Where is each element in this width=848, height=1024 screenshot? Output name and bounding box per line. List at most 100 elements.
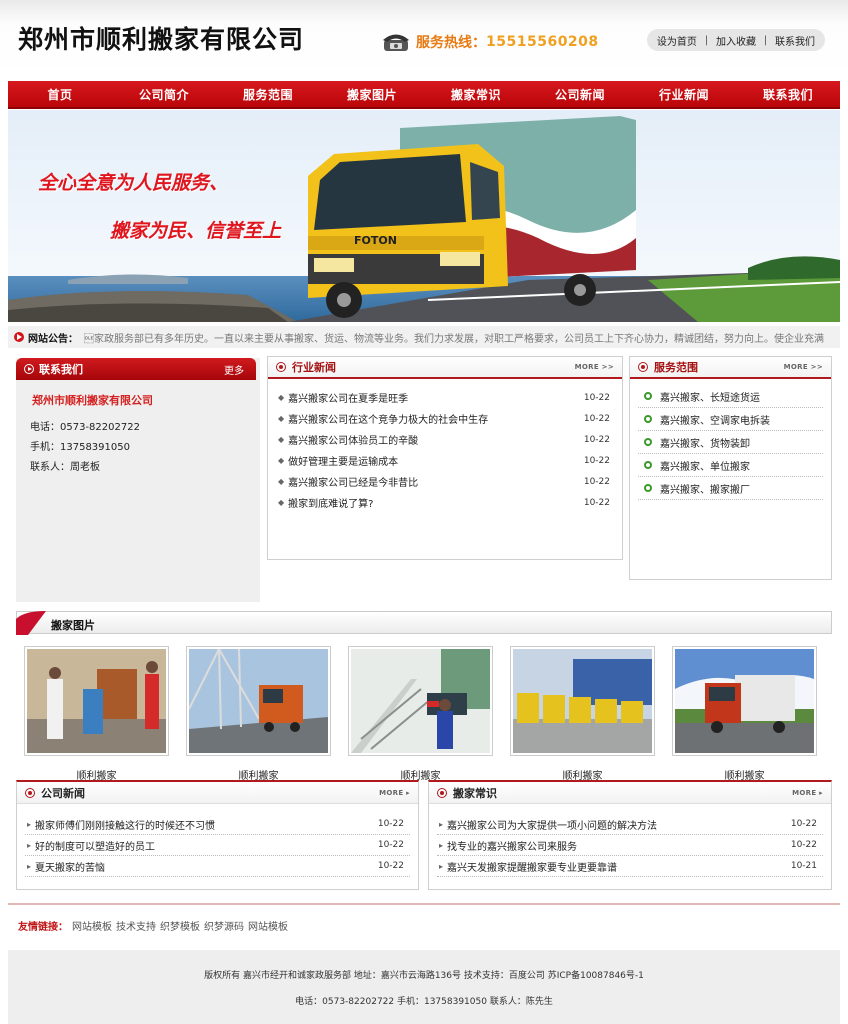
truck-bridge-image [189, 649, 328, 753]
friend-link[interactable]: 织梦源码 [204, 918, 244, 933]
photo-1[interactable] [24, 646, 169, 756]
friend-link[interactable]: 网站模板 [72, 918, 112, 933]
news-title[interactable]: 嘉兴天发搬家提醒搬家要专业更要靠谱 [447, 859, 791, 874]
green-ring-icon [644, 415, 652, 423]
services-more-link[interactable]: MORE >> [784, 363, 823, 371]
industry-news-more-link[interactable]: MORE >> [575, 363, 614, 371]
tips-title: 搬家常识 [453, 786, 497, 800]
news-title[interactable]: 找专业的嘉兴搬家公司来服务 [447, 838, 791, 853]
photo-5[interactable] [672, 646, 817, 756]
company-news-panel: 公司新闻 MORE ▸ ▸ 搬家师傅们刚刚接触这行的时候还不习惯 10-22 ▸ 好的… [16, 780, 419, 890]
news-title[interactable]: 夏天搬家的苦恼 [35, 859, 378, 874]
news-title[interactable]: 做好管理主要是运输成本 [288, 453, 584, 468]
company-name: 郑州市顺利搬家有限公司 [32, 394, 153, 407]
arrow-bullet-icon: ▸ [27, 819, 32, 829]
news-row[interactable]: ▸ 找专业的嘉兴搬家公司来服务 10-22 [437, 835, 823, 856]
service-label[interactable]: 嘉兴搬家、单位搬家 [660, 458, 750, 473]
news-title[interactable]: 嘉兴搬家公司在这个竞争力极大的社会中生存 [288, 411, 584, 426]
top-links: 设为首页 | 加入收藏 | 联系我们 [647, 29, 825, 51]
news-title[interactable]: 好的制度可以塑造好的员工 [35, 838, 378, 853]
friend-link[interactable]: 技术支持 [116, 918, 156, 933]
nav-about[interactable]: 公司简介 [112, 81, 216, 107]
hotline: 服务热线： 15515560208 [382, 30, 599, 54]
nav-contact[interactable]: 联系我们 [736, 81, 840, 107]
nav-company-news[interactable]: 公司新闻 [528, 81, 632, 107]
friend-link[interactable]: 网站模板 [248, 918, 288, 933]
industry-news-panel: 行业新闻 MORE >> ◆ 嘉兴搬家公司在夏季是旺季 10-22 ◆ 嘉兴搬家公司在… [267, 356, 623, 560]
bullet-icon: ◆ [278, 498, 285, 507]
separator: | [763, 34, 768, 46]
arrow-bullet-icon: ▸ [439, 840, 444, 850]
nav-services[interactable]: 服务范围 [216, 81, 320, 107]
news-row[interactable]: ◆ 嘉兴搬家公司在这个竞争力极大的社会中生存 10-22 [268, 408, 622, 429]
news-title[interactable]: 嘉兴搬家公司已经是今非昔比 [288, 474, 584, 489]
news-title[interactable]: 搬家到底难说了算? [288, 495, 584, 510]
site-logo[interactable]: 郑州市顺利搬家有限公司 [18, 20, 304, 56]
arrow-bullet-icon: ▸ [27, 840, 32, 850]
news-row[interactable]: ◆ 嘉兴搬家公司已经是今非昔比 10-22 [268, 471, 622, 492]
tips-more-link[interactable]: MORE ▸ [792, 789, 823, 797]
service-item[interactable]: 嘉兴搬家、货物装卸 [638, 431, 823, 454]
tips-list: ▸ 嘉兴搬家公司为大家提供一项小问题的解决方法 10-22 ▸ 找专业的嘉兴搬家公司来… [429, 814, 831, 877]
services-list: 嘉兴搬家、长短途货运 嘉兴搬家、空调家电拆装 嘉兴搬家、货物装卸 嘉兴搬家、单位… [630, 385, 831, 500]
service-item[interactable]: 嘉兴搬家、空调家电拆装 [638, 408, 823, 431]
service-item[interactable]: 嘉兴搬家、单位搬家 [638, 454, 823, 477]
contact-person: 联系人：周老板 [30, 462, 100, 473]
nav-home[interactable]: 首页 [8, 81, 112, 107]
service-label[interactable]: 嘉兴搬家、长短途货运 [660, 389, 760, 404]
news-row[interactable]: ▸ 搬家师傅们刚刚接触这行的时候还不习惯 10-22 [25, 814, 410, 835]
news-title[interactable]: 嘉兴搬家公司体验员工的辛酸 [288, 432, 584, 447]
truck-brand: FOTON [354, 234, 397, 247]
green-ring-icon [644, 461, 652, 469]
news-date: 10-22 [377, 861, 404, 871]
news-date: 10-22 [583, 392, 610, 403]
photo-2[interactable] [186, 646, 331, 756]
news-row[interactable]: ▸ 好的制度可以塑造好的员工 10-22 [25, 835, 410, 856]
bullet-circle-icon [276, 362, 286, 372]
tips-panel: 搬家常识 MORE ▸ ▸ 嘉兴搬家公司为大家提供一项小问题的解决方法 10-22 … [428, 780, 832, 890]
green-ring-icon [644, 392, 652, 400]
friend-links: 友情链接： 网站模板 技术支持 织梦模板 织梦源码 网站模板 [18, 918, 288, 933]
notice-bar: 网站公告： 家政服务部已有多年历史。一直以来主要从事搬家、货运、物流等业务。我… [8, 326, 840, 348]
photo-3[interactable] [348, 646, 493, 756]
news-row[interactable]: ◆ 嘉兴搬家公司体验员工的辛酸 10-22 [268, 429, 622, 450]
friend-link[interactable]: 织梦模板 [160, 918, 200, 933]
bullet-icon: ◆ [278, 414, 285, 423]
news-row[interactable]: ◆ 搬家到底难说了算? 10-22 [268, 492, 622, 513]
contact-more-link[interactable]: 更多 [224, 362, 244, 377]
bullet-icon: ◆ [278, 456, 285, 465]
mover-stairs-image [351, 649, 490, 753]
contact-us-link[interactable]: 联系我们 [775, 33, 815, 48]
news-title[interactable]: 搬家师傅们刚刚接触这行的时候还不习惯 [35, 817, 378, 832]
news-row[interactable]: ▸ 夏天搬家的苦恼 10-22 [25, 856, 410, 877]
news-date: 10-22 [583, 455, 610, 466]
news-title[interactable]: 嘉兴搬家公司为大家提供一项小问题的解决方法 [447, 817, 791, 832]
green-ring-icon [644, 438, 652, 446]
news-date: 10-22 [377, 819, 404, 829]
add-favorite-link[interactable]: 加入收藏 [716, 33, 756, 48]
service-label[interactable]: 嘉兴搬家、搬家搬厂 [660, 481, 750, 496]
banner-slogan-1: 全心全意为人民服务、 [38, 172, 229, 194]
news-row[interactable]: ▸ 嘉兴搬家公司为大家提供一项小问题的解决方法 10-22 [437, 814, 823, 835]
site-footer: 版权所有 嘉兴市经开和诚家政服务部 地址：嘉兴市云海路136号 技术支持：百度公… [8, 950, 840, 1024]
service-item[interactable]: 嘉兴搬家、长短途货运 [638, 385, 823, 408]
news-row[interactable]: ◆ 嘉兴搬家公司在夏季是旺季 10-22 [268, 387, 622, 408]
news-row[interactable]: ◆ 做好管理主要是运输成本 10-22 [268, 450, 622, 471]
service-label[interactable]: 嘉兴搬家、空调家电拆装 [660, 412, 770, 427]
contact-phone: 电话：0573-82202722 [30, 422, 140, 433]
hero-banner: FOTON 全心全意为人民服务、 搬家为民、信誉至上 [8, 110, 840, 322]
service-label[interactable]: 嘉兴搬家、货物装卸 [660, 435, 750, 450]
news-row[interactable]: ▸ 嘉兴天发搬家提醒搬家要专业更要靠谱 10-21 [437, 856, 823, 877]
set-homepage-link[interactable]: 设为首页 [657, 33, 697, 48]
photos-title: 搬家图片 [51, 619, 95, 632]
service-item[interactable]: 嘉兴搬家、搬家搬厂 [638, 477, 823, 500]
services-header: 服务范围 MORE >> [630, 357, 831, 379]
company-news-more-link[interactable]: MORE ▸ [379, 789, 410, 797]
photo-4[interactable] [510, 646, 655, 756]
industry-news-list: ◆ 嘉兴搬家公司在夏季是旺季 10-22 ◆ 嘉兴搬家公司在这个竞争力极大的社会中生存… [268, 387, 622, 513]
nav-photos[interactable]: 搬家图片 [320, 81, 424, 107]
nav-tips[interactable]: 搬家常识 [424, 81, 528, 107]
news-title[interactable]: 嘉兴搬家公司在夏季是旺季 [288, 390, 584, 405]
arrow-bullet-icon: ▸ [439, 861, 444, 871]
nav-industry-news[interactable]: 行业新闻 [632, 81, 736, 107]
